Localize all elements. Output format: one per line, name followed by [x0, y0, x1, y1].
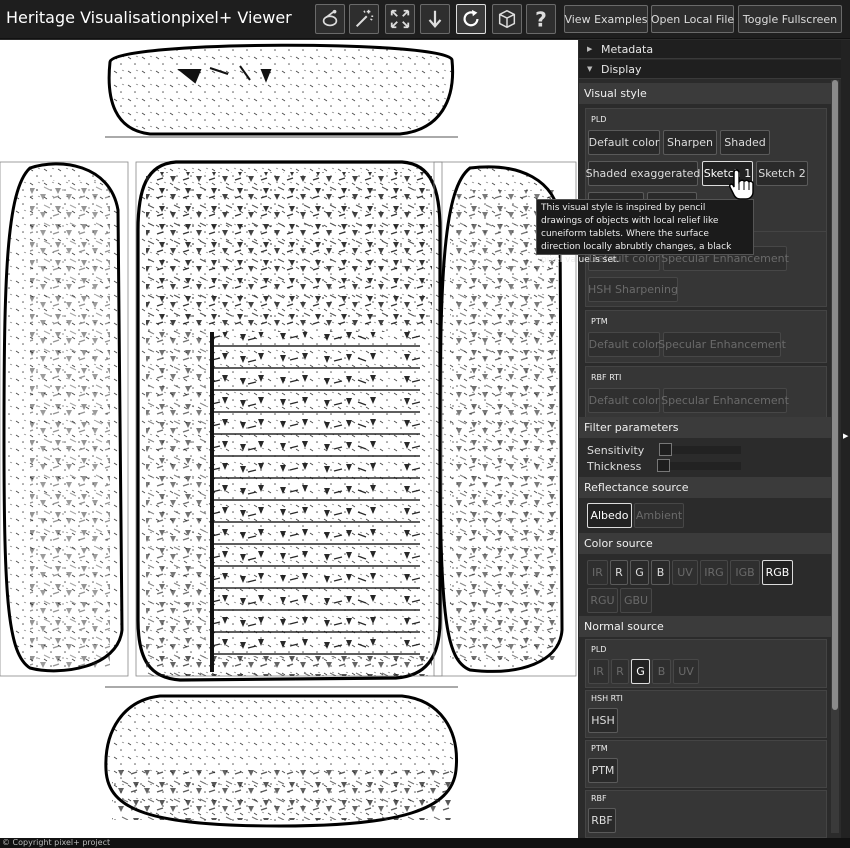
normal-ir-button[interactable]: IR — [588, 659, 609, 684]
fit-screen-icon — [390, 9, 410, 29]
image-viewer[interactable] — [0, 40, 578, 838]
rbf-default-color-button[interactable]: Default color — [588, 388, 660, 413]
reflectance-source-header: Reflectance source — [579, 477, 831, 498]
sketch-tooltip: This visual style is inspired by pencil … — [536, 199, 754, 265]
color-b-button[interactable]: B — [651, 560, 670, 585]
sharpen-button[interactable]: Sharpen — [663, 130, 717, 155]
rbf-style-label: RBF RTI — [591, 373, 622, 382]
top-bar: Heritage Visualisation pixel+ Viewer ? V… — [0, 0, 850, 39]
rbf-style-group: RBF RTI Default color Specular Enhanceme… — [585, 366, 827, 418]
sensitivity-label: Sensitivity — [587, 444, 645, 457]
reset-rotate-icon — [463, 9, 479, 27]
fit-screen-button[interactable] — [385, 4, 415, 34]
thickness-label: Thickness — [587, 460, 642, 473]
panel-collapse-handle[interactable]: ▶ — [841, 40, 850, 838]
normal-b-button[interactable]: B — [652, 659, 671, 684]
color-rgb-button[interactable]: RGB — [762, 560, 793, 585]
light-probe-button[interactable] — [315, 4, 345, 34]
caret-down-icon: ▼ — [587, 65, 593, 73]
download-icon — [428, 10, 442, 29]
scrollbar-thumb[interactable] — [832, 80, 838, 710]
ptm-specular-enhancement-button[interactable]: Specular Enhancement — [658, 332, 786, 357]
color-gbu-button[interactable]: GBU — [620, 588, 652, 613]
normal-rbf-button[interactable]: RBF — [588, 808, 616, 833]
viewer-title: pixel+ Viewer — [181, 8, 292, 27]
shaded-button[interactable]: Shaded — [720, 130, 770, 155]
color-r-button[interactable]: R — [610, 560, 628, 585]
color-ir-button[interactable]: IR — [587, 560, 608, 585]
sensitivity-slider-thumb[interactable] — [659, 443, 672, 456]
albedo-button[interactable]: Albedo — [587, 503, 632, 528]
svg-text:?: ? — [535, 8, 547, 30]
app-title: Heritage Visualisation — [6, 8, 182, 27]
color-rgu-button[interactable]: RGU — [587, 588, 618, 613]
normal-g-button[interactable]: G — [631, 659, 650, 684]
ptm-style-label: PTM — [591, 317, 608, 326]
light-probe-icon — [322, 9, 338, 27]
normal-uv-button[interactable]: UV — [673, 659, 699, 684]
normal-ptm-group: PTM PTM — [585, 740, 827, 788]
download-button[interactable] — [420, 4, 450, 34]
normal-rbf-group: RBF RBF — [585, 790, 827, 838]
magic-wand-icon — [355, 9, 374, 28]
panel-scrollbar[interactable] — [831, 80, 839, 833]
hsh-sharpening-button[interactable]: HSH Sharpening — [588, 277, 678, 302]
metadata-accordion[interactable]: ▶ Metadata — [579, 40, 841, 59]
display-label: Display — [601, 63, 642, 76]
pld-default-color-button[interactable]: Default color — [588, 130, 660, 155]
open-local-file-button[interactable]: Open Local File — [651, 5, 734, 33]
sensitivity-slider[interactable] — [659, 443, 741, 456]
color-g-button[interactable]: G — [630, 560, 649, 585]
normal-pld-group: PLD IR R G B UV — [585, 639, 827, 688]
normal-hsh-label: HSH RTI — [591, 694, 623, 703]
help-button[interactable]: ? — [526, 4, 556, 34]
normal-ptm-button[interactable]: PTM — [588, 758, 618, 783]
footer-copyright: © Copyright pixel+ project — [0, 838, 850, 848]
color-irg-button[interactable]: IRG — [700, 560, 728, 585]
filter-parameters-header: Filter parameters — [579, 417, 831, 438]
rbf-specular-enhancement-button[interactable]: Specular Enhancement — [661, 388, 789, 413]
view-examples-button[interactable]: View Examples — [564, 5, 648, 33]
reset-rotate-button[interactable] — [456, 4, 486, 34]
metadata-label: Metadata — [601, 43, 654, 56]
thickness-slider-thumb[interactable] — [657, 459, 670, 472]
magic-wand-button[interactable] — [349, 4, 379, 34]
settings-panel: ▶ Metadata ▼ Display Visual style PLD De… — [579, 40, 841, 838]
tablet-sketch-image[interactable] — [0, 40, 578, 838]
thickness-slider[interactable] — [657, 459, 741, 472]
color-source-header: Color source — [579, 533, 831, 554]
normal-hsh-group: HSH RTI HSH — [585, 690, 827, 738]
color-uv-button[interactable]: UV — [672, 560, 698, 585]
pld-style-label: PLD — [591, 115, 607, 124]
caret-right-icon: ▶ — [587, 45, 593, 53]
display-accordion[interactable]: ▼ Display — [579, 60, 841, 79]
help-icon: ? — [535, 8, 547, 30]
hand-cursor-icon — [729, 169, 754, 200]
normal-source-header: Normal source — [579, 616, 831, 637]
normal-r-button[interactable]: R — [611, 659, 629, 684]
normal-pld-label: PLD — [591, 645, 607, 654]
ptm-default-color-button[interactable]: Default color — [588, 332, 660, 357]
normal-hsh-button[interactable]: HSH — [588, 708, 618, 733]
shaded-exaggerated-button[interactable]: Shaded exaggerated — [586, 161, 700, 186]
sketch-2-button[interactable]: Sketch 2 — [756, 161, 808, 186]
cube-icon — [498, 9, 516, 29]
normal-ptm-label: PTM — [591, 744, 608, 753]
ptm-style-group: PTM Default color Specular Enhancement — [585, 310, 827, 363]
color-igb-button[interactable]: IGB — [730, 560, 760, 585]
collapse-arrow-icon: ▶ — [843, 432, 849, 440]
toggle-fullscreen-button[interactable]: Toggle Fullscreen — [738, 5, 842, 33]
ambient-button[interactable]: Ambient — [634, 503, 684, 528]
cube-button[interactable] — [492, 4, 522, 34]
normal-rbf-label: RBF — [591, 794, 607, 803]
visual-style-header: Visual style — [579, 83, 831, 104]
